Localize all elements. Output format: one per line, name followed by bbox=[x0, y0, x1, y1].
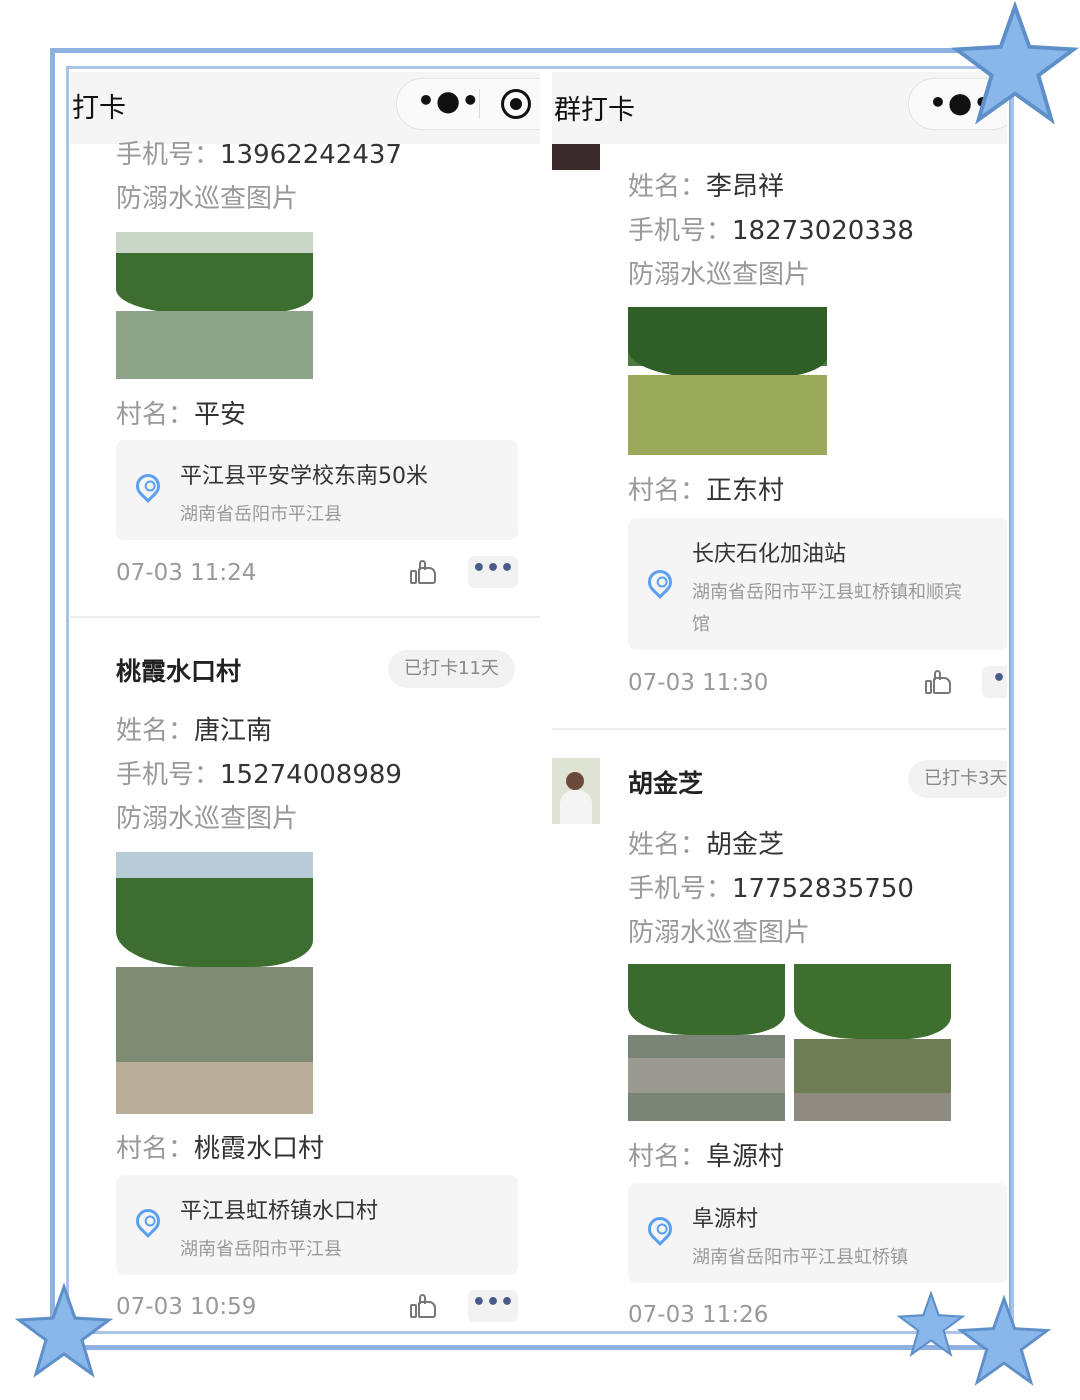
mini-program-capsule: •●• bbox=[396, 78, 540, 130]
location-pin-icon bbox=[131, 469, 165, 503]
target-icon[interactable] bbox=[501, 89, 531, 119]
location-card[interactable]: 平江县虹桥镇水口村 湖南省岳阳市平江县 bbox=[116, 1175, 518, 1275]
village-row: 村名：正东村 bbox=[628, 476, 785, 506]
card-divider bbox=[70, 616, 540, 618]
star-decoration-icon bbox=[14, 1282, 114, 1378]
patrol-photo[interactable] bbox=[628, 964, 785, 1121]
location-name: 长庆石化加油站 bbox=[692, 542, 847, 567]
more-dots-icon[interactable]: •●• bbox=[417, 87, 480, 115]
village-row: 村名：平安 bbox=[116, 400, 247, 430]
more-button[interactable]: •• bbox=[982, 666, 1007, 698]
member-title: 胡金芝 bbox=[628, 769, 704, 798]
phone-row: 手机号：13962242437 bbox=[116, 140, 402, 170]
village-row: 村名：阜源村 bbox=[628, 1142, 785, 1172]
location-address: 湖南省岳阳市平江县 bbox=[180, 504, 342, 525]
phone-row: 手机号：15274008989 bbox=[116, 760, 402, 790]
name-row: 姓名：李昂祥 bbox=[628, 172, 785, 202]
location-pin-icon bbox=[643, 565, 677, 599]
thumbs-up-icon[interactable] bbox=[410, 560, 436, 584]
checkin-days-badge: 已打卡11天 bbox=[388, 650, 515, 688]
more-button[interactable]: ••• bbox=[468, 556, 518, 588]
capsule-divider bbox=[479, 89, 480, 119]
left-page-title: 打卡 bbox=[72, 93, 126, 124]
right-top-bar: 群打卡 •●• bbox=[552, 72, 1007, 144]
location-pin-icon bbox=[643, 1212, 677, 1246]
patrol-photo[interactable] bbox=[628, 307, 827, 455]
location-pin-icon bbox=[131, 1204, 165, 1238]
location-card[interactable]: 平江县平安学校东南50米 湖南省岳阳市平江县 bbox=[116, 440, 518, 540]
group-title: 桃霞水口村 bbox=[116, 657, 242, 686]
right-screenshot-panel: 群打卡 •●• 姓名：李昂祥 手机号：18273020338 防溺水巡查图片 村… bbox=[552, 72, 1007, 1327]
location-name: 阜源村 bbox=[692, 1207, 759, 1232]
photos-label: 防溺水巡查图片 bbox=[628, 918, 811, 948]
patrol-photo[interactable] bbox=[116, 232, 313, 379]
photos-label: 防溺水巡查图片 bbox=[116, 184, 299, 214]
post-time: 07-03 11:24 bbox=[116, 560, 257, 586]
phone-row: 手机号：17752835750 bbox=[628, 874, 914, 904]
patrol-photo[interactable] bbox=[116, 852, 313, 1114]
checkin-days-badge: 已打卡3天 bbox=[908, 760, 1007, 798]
thumbs-up-icon[interactable] bbox=[410, 1294, 436, 1318]
location-card[interactable]: 阜源村 湖南省岳阳市平江县虹桥镇 bbox=[628, 1183, 1007, 1283]
location-address: 湖南省岳阳市平江县 bbox=[180, 1239, 342, 1260]
left-screenshot-panel: 打卡 •●• 手机号：13962242437 防溺水巡查图片 村名：平安 平江县… bbox=[70, 72, 540, 1327]
card-divider bbox=[552, 728, 1007, 730]
location-address-wrap: 馆 bbox=[692, 614, 710, 635]
name-row: 姓名：胡金芝 bbox=[628, 830, 785, 860]
photos-label: 防溺水巡查图片 bbox=[628, 260, 811, 290]
photos-label: 防溺水巡查图片 bbox=[116, 804, 299, 834]
avatar[interactable] bbox=[552, 758, 600, 824]
post-time: 07-03 10:59 bbox=[116, 1294, 257, 1320]
location-name: 平江县平安学校东南50米 bbox=[180, 464, 428, 489]
location-address: 湖南省岳阳市平江县虹桥镇 bbox=[692, 1247, 908, 1268]
post-time: 07-03 11:26 bbox=[628, 1302, 769, 1327]
patrol-photo[interactable] bbox=[794, 964, 951, 1121]
village-row: 村名：桃霞水口村 bbox=[116, 1134, 325, 1164]
thumbs-up-icon[interactable] bbox=[925, 670, 951, 694]
name-row: 姓名：唐江南 bbox=[116, 716, 273, 746]
star-decoration-icon bbox=[956, 1294, 1052, 1386]
location-card[interactable]: 长庆石化加油站 湖南省岳阳市平江县虹桥镇和顺宾 馆 bbox=[628, 518, 1007, 650]
location-name: 平江县虹桥镇水口村 bbox=[180, 1199, 379, 1224]
right-page-title: 群打卡 bbox=[554, 95, 635, 126]
post-time: 07-03 11:30 bbox=[628, 670, 769, 696]
location-address: 湖南省岳阳市平江县虹桥镇和顺宾 bbox=[692, 582, 962, 603]
avatar[interactable] bbox=[552, 144, 600, 170]
phone-row: 手机号：18273020338 bbox=[628, 216, 914, 246]
star-decoration-icon bbox=[951, 0, 1079, 125]
more-button[interactable]: ••• bbox=[468, 1290, 518, 1322]
